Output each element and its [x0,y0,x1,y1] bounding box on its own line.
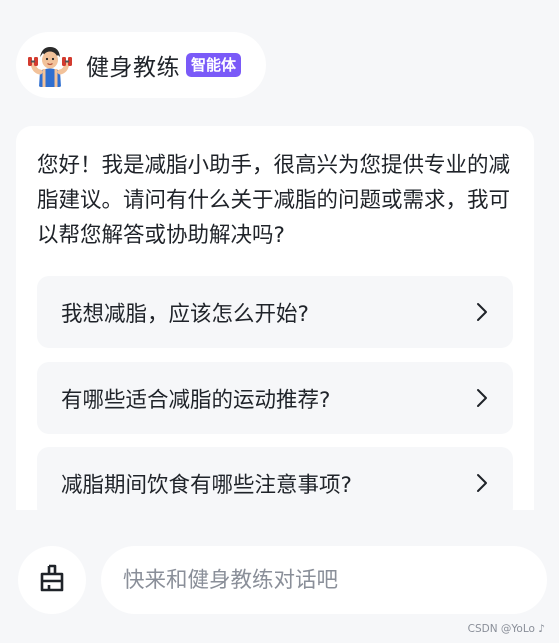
message-card: 您好！我是减脂小助手，很高兴为您提供专业的减脂建议。请问有什么关于减脂的问题或需… [16,126,534,510]
fitness-coach-avatar-icon [26,41,74,89]
chevron-right-icon [475,473,489,493]
chevron-right-icon [475,388,489,408]
greeting-message: 您好！我是减脂小助手，很高兴为您提供专业的减脂建议。请问有什么关于减脂的问题或需… [37,153,511,248]
suggestion-item[interactable]: 有哪些适合减脂的运动推荐? [37,362,513,434]
chat-page: 健身教练 智能体 您好！我是减脂小助手，很高兴为您提供专业的减脂建议。请问有什么… [0,0,559,643]
chevron-right-icon [475,302,489,322]
chat-input[interactable] [101,546,547,614]
suggestion-label: 有哪些适合减脂的运动推荐? [61,387,331,413]
broom-icon [38,563,66,597]
suggestion-label: 我想减脂，应该怎么开始? [61,301,309,327]
agent-name: 健身教练 [86,55,180,81]
suggestion-label: 减脂期间饮食有哪些注意事项? [61,472,352,498]
suggestion-item[interactable]: 我想减脂，应该怎么开始? [37,276,513,348]
suggestion-item[interactable]: 减脂期间饮食有哪些注意事项? [37,447,513,510]
watermark: CSDN @YoLo ♪ [467,623,545,635]
input-bar: CSDN @YoLo ♪ [0,510,559,643]
agent-badge: 智能体 [186,53,242,77]
agent-header[interactable]: 健身教练 智能体 [16,32,266,98]
clear-chat-button[interactable] [18,546,86,614]
